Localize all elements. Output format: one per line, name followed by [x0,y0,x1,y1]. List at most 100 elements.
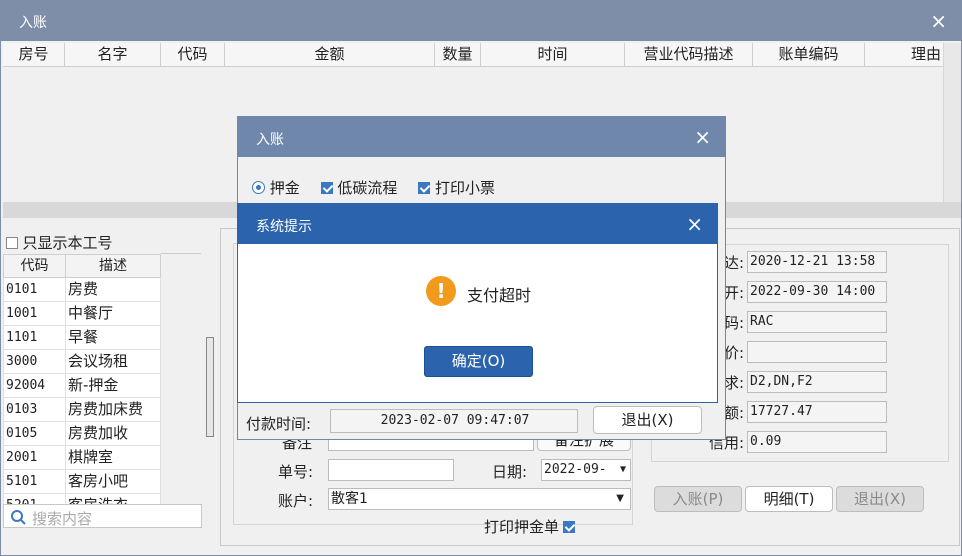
search-input[interactable]: 搜索内容 [32,508,92,529]
deposit-dialog-titlebar: 入账 × [238,117,725,157]
col-qty[interactable]: 数量 [435,43,481,66]
col-time[interactable]: 时间 [481,43,625,66]
deposit-radio-label: 押金 [269,179,300,197]
desc-cell: 中餐厅 [68,304,114,322]
desc-cell: 客房洗衣 [66,494,160,504]
guest-info-value: D2,DN,F2 [747,371,887,393]
desc-cell: 会议场租 [68,352,129,370]
only-mine-checkbox[interactable] [6,236,18,249]
main-title: 入账 [19,15,47,31]
code-cell: 0103 [4,398,66,421]
col-reason[interactable]: 理由 [865,43,943,66]
warning-icon: ! [426,276,456,306]
code-table-row[interactable]: 0105 房费加收 [3,422,161,446]
guest-info-label: 开: [723,284,744,302]
desc-cell: 房费 [68,280,99,298]
pay-time-label: 付款时间: [246,415,312,433]
code-table-row[interactable]: 2001 棋牌室 [3,446,161,470]
account-label: 账户: [278,492,314,510]
code-cell: 5101 [4,470,66,493]
guest-info-value: 0.09 [747,431,887,453]
chevron-down-icon[interactable]: ▼ [620,460,626,480]
desc-cell: 房费加收 [68,424,129,442]
col-room[interactable]: 房号 [3,43,65,66]
print-deposit-checkbox[interactable] [563,520,576,533]
post-button[interactable]: 入账(P) [654,486,742,512]
alert-message: 支付超时 [467,286,532,305]
detail-button[interactable]: 明细(T) [745,486,833,512]
main-window: 入账 × 房号 名字 代码 金额 数量 时间 营业代码描述 账单编码 理由 只显… [0,0,962,556]
guest-info-label: 求: [723,374,744,392]
pay-time-field: 2023-02-07 09:47:07 [330,409,578,433]
exit-button[interactable]: 退出(X) [836,486,924,512]
code-table-row[interactable]: 3000 会议场租 [3,350,161,374]
code-table-row[interactable]: 5101 客房小吧 [3,470,161,494]
guest-info-value: 2022-09-30 14:00 [747,281,887,303]
deposit-dialog-close-icon[interactable]: × [694,125,711,149]
print-deposit-row[interactable]: 打印押金单 [484,516,576,537]
print-deposit-label: 打印押金单 [484,518,560,536]
guest-info-label: 额: [723,404,744,422]
grid-header: 房号 名字 代码 金额 数量 时间 营业代码描述 账单编码 理由 [3,43,943,67]
search-box[interactable]: 搜索内容 [3,504,202,528]
code-table-row[interactable]: 1001 中餐厅 [3,302,161,326]
guest-info-value [747,341,887,363]
account-value: 散客1 [331,491,368,507]
desc-cell: 棋牌室 [68,448,114,466]
only-mine-label: 只显示本工号 [22,234,113,252]
code-cell: 0105 [4,422,66,445]
chevron-down-icon[interactable]: ▼ [616,489,624,509]
date-label: 日期: [492,463,528,481]
grid-vertical-scrollbar[interactable] [943,43,961,203]
col-code[interactable]: 代码 [161,43,225,66]
guest-info-label: 价: [723,344,744,362]
alert-close-icon[interactable]: × [686,212,703,236]
code-table-row[interactable]: 0101 房费 [3,278,161,302]
code-table-row[interactable]: 0103 房费加床费 [3,398,161,422]
alert-dialog-titlebar: 系统提示 × [238,204,717,244]
date-picker[interactable]: 2022-09- ▼ [541,459,631,481]
deposit-options: 押金 低碳流程 打印小票 [252,177,495,198]
only-mine-checkbox-row[interactable]: 只显示本工号 [6,232,112,253]
order-no-label: 单号: [278,463,314,481]
code-table-row[interactable]: 5201客房洗衣 [3,494,161,504]
guest-info-label: 达: [723,254,744,272]
col-name[interactable]: 名字 [65,43,161,66]
col-biz-desc[interactable]: 营业代码描述 [625,43,753,66]
date-value: 2022-09- [544,462,607,477]
code-cell: 1001 [4,302,66,325]
search-icon [11,510,26,525]
deposit-exit-button[interactable]: 退出(X) [593,406,702,434]
print-receipt-checkbox[interactable] [418,181,431,194]
divider [161,253,201,254]
ok-button[interactable]: 确定(O) [424,346,533,377]
code-cell: 1101 [4,326,66,349]
alert-dialog-title: 系统提示 [256,219,312,235]
code-header[interactable]: 代码 [4,255,66,277]
low-carbon-checkbox[interactable] [320,181,333,194]
code-table-header: 代码 描述 [3,254,161,278]
splitter-handle[interactable] [206,337,214,437]
deposit-dialog-title: 入账 [256,132,284,148]
col-amount[interactable]: 金额 [225,43,435,66]
main-close-icon[interactable]: × [930,9,947,33]
code-table-row[interactable]: 1101 早餐 [3,326,161,350]
order-no-input[interactable] [328,459,454,481]
desc-cell: 房费加床费 [68,400,144,418]
desc-cell: 早餐 [68,328,99,346]
code-table-row[interactable]: 92004 新-押金 [3,374,161,398]
desc-cell: 新-押金 [68,376,119,394]
code-cell: 3000 [4,350,66,373]
print-receipt-label: 打印小票 [434,179,495,197]
col-bill-code[interactable]: 账单编码 [753,43,865,66]
code-table: 代码 描述 0101 房费 1001 中餐厅 1101 早餐 3000 会议场租 92004 新-… [3,254,161,504]
desc-cell: 客房小吧 [68,472,129,490]
code-cell: 5201 [4,494,66,504]
code-cell: 92004 [4,374,66,397]
guest-info-value: 2020-12-21 13:58 [747,251,887,273]
guest-info-value: RAC [747,311,887,333]
account-select[interactable]: 散客1 ▼ [328,488,631,510]
alert-dialog: 系统提示 × ! 支付超时 确定(O) [237,203,718,403]
desc-header[interactable]: 描述 [66,255,160,277]
deposit-radio[interactable] [252,181,265,194]
